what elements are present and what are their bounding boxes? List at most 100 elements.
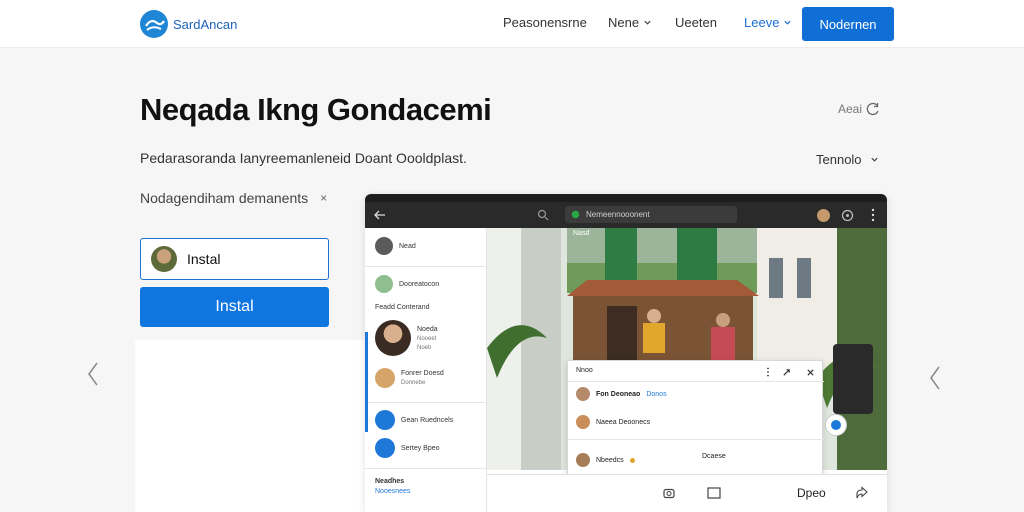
close-icon[interactable]: × — [320, 191, 327, 205]
card-header-label: Nnoo — [576, 367, 593, 374]
pin-icon[interactable] — [782, 368, 791, 377]
bottom-toolbar: Dpeo — [487, 474, 887, 512]
sidebar-section-title: Feadd Conterand — [375, 304, 430, 311]
top-navigation: SardAncan Peasonensrne Nene Ueeten Leeve… — [0, 0, 1024, 48]
sidebar-menu-item[interactable]: Sertey Bpeo — [375, 438, 440, 458]
search-icon — [571, 210, 580, 219]
overlay-card: Nnoo Fon Deoneao Donos Naeea Deoonecs Nb… — [567, 360, 824, 482]
install-field[interactable]: Instal — [140, 238, 329, 280]
card-row[interactable]: Dcaese — [702, 453, 726, 460]
nav-link-3[interactable]: Ueeten — [675, 15, 717, 30]
avatar — [151, 246, 177, 272]
card-row-link[interactable]: Donos — [646, 391, 666, 398]
sidebar-user[interactable]: Dooreatocon — [375, 275, 439, 293]
more-vertical-icon[interactable] — [870, 208, 876, 222]
avatar — [375, 320, 411, 356]
refresh-icon — [866, 102, 879, 116]
card-row-text: Dcaese — [702, 453, 726, 460]
circle-arrow-icon — [831, 420, 841, 430]
nav-link-2[interactable]: Nene — [608, 15, 652, 30]
avatar — [576, 387, 590, 401]
card-header: Nnoo — [576, 367, 593, 374]
page-title: Neqada Ikng Gondacemi — [140, 92, 492, 127]
sidebar-menu-label: Gean Ruedncels — [401, 416, 454, 424]
app-search-text: Nemeennooonent — [586, 210, 650, 219]
divider — [568, 439, 824, 440]
card-row-text: Naeea Deoonecs — [596, 418, 651, 426]
back-arrow-icon[interactable] — [373, 208, 387, 222]
share-label: Aeai — [838, 102, 863, 116]
bottom-toolbar-label: Dpeo — [797, 486, 826, 500]
share-button[interactable]: Aeai — [838, 101, 881, 117]
brand-name: SardAncan — [173, 16, 238, 32]
app-toolbar: Nemeennooonent — [365, 202, 887, 228]
camera-icon[interactable] — [663, 487, 675, 499]
nav-link-2-label: Nene — [608, 15, 640, 30]
app-preview: Nemeennooonent Nead Dooreatocon Feadd Co… — [365, 194, 887, 512]
filter-chip-label: Nodagendiham demanents — [140, 190, 309, 206]
search-icon[interactable] — [537, 209, 549, 221]
chevron-down-icon — [870, 157, 878, 162]
close-icon[interactable] — [806, 368, 815, 377]
sidebar-item-sub: Donnebe — [401, 380, 426, 386]
profile-line: Nooeet — [417, 335, 437, 342]
divider — [365, 468, 487, 469]
sidebar-profile[interactable]: Noeda Nooeet Noeb — [375, 320, 438, 356]
card-row[interactable]: Nbeedcs — [576, 453, 635, 467]
user-avatar[interactable] — [817, 209, 830, 222]
avatar — [375, 237, 393, 255]
avatar — [375, 368, 395, 388]
sidebar-footer-title: Neadhes — [375, 478, 405, 485]
status-bar — [365, 194, 887, 202]
status-dot-icon — [629, 457, 635, 463]
divider — [365, 266, 487, 267]
filter-chip: Nodagendiham demanents × — [140, 190, 327, 206]
card-row-name: Fon Deoneao — [596, 390, 641, 398]
sidebar-footer: Neadhes Nooesnees — [375, 478, 410, 495]
brand[interactable]: SardAncan — [139, 9, 237, 39]
install-field-label: Instal — [187, 251, 221, 267]
card-row[interactable]: Naeea Deoonecs — [576, 415, 650, 429]
square-icon[interactable] — [707, 487, 721, 499]
nav-link-1[interactable]: Peasonensrne — [503, 15, 587, 30]
avatar — [576, 415, 590, 429]
sidebar-menu-item[interactable]: Gean Ruedncels — [375, 410, 453, 430]
card-row[interactable]: Fon Deoneao Donos — [576, 387, 667, 401]
scroll-indicator — [365, 332, 368, 432]
sidebar-item[interactable]: Fonrer Doesd Donnebe — [375, 368, 444, 388]
settings-icon[interactable] — [841, 209, 854, 222]
sidebar-header-label: Nead — [399, 242, 416, 250]
photo-label: Nasd — [573, 230, 590, 237]
circle-icon — [375, 410, 395, 430]
profile-line: Noeb — [417, 344, 432, 351]
sidebar-item-name: Fonrer Doesd — [401, 370, 444, 377]
more-vertical-icon[interactable] — [764, 367, 772, 377]
nav-link-4-label: Leeve — [744, 15, 780, 30]
app-sidebar: Nead Dooreatocon Feadd Conterand Noeda N… — [365, 228, 487, 512]
avatar — [375, 275, 393, 293]
nav-link-4[interactable]: Leeve — [744, 15, 792, 30]
cta-button[interactable]: Nodernen — [802, 7, 894, 41]
share-icon[interactable] — [855, 486, 869, 500]
sidebar-user-label: Dooreatocon — [399, 280, 440, 288]
chevron-down-icon — [644, 20, 651, 25]
page-subtitle: Pedarasoranda Ianyreemanleneid Doant Ooo… — [140, 150, 467, 166]
action-button[interactable] — [825, 414, 847, 436]
avatar — [576, 453, 590, 467]
chevron-left-icon[interactable] — [86, 361, 100, 387]
sort-select[interactable]: Tennolo — [816, 152, 879, 167]
brand-logo-icon — [140, 10, 168, 38]
sidebar-menu-label: Sertey Bpeo — [401, 444, 440, 452]
install-button[interactable]: Instal — [140, 287, 329, 327]
app-search-input[interactable]: Nemeennooonent — [565, 206, 737, 223]
chevron-left-icon[interactable] — [928, 365, 942, 391]
profile-name: Noeda — [417, 325, 438, 333]
circle-icon — [375, 438, 395, 458]
content-panel — [135, 340, 367, 512]
card-row-text: Nbeedcs — [596, 456, 624, 464]
sort-select-label: Tennolo — [816, 152, 862, 167]
sidebar-header[interactable]: Nead — [375, 237, 416, 255]
sidebar-footer-sub: Nooesnees — [375, 488, 411, 495]
divider — [365, 402, 487, 403]
chevron-down-icon — [784, 20, 792, 25]
